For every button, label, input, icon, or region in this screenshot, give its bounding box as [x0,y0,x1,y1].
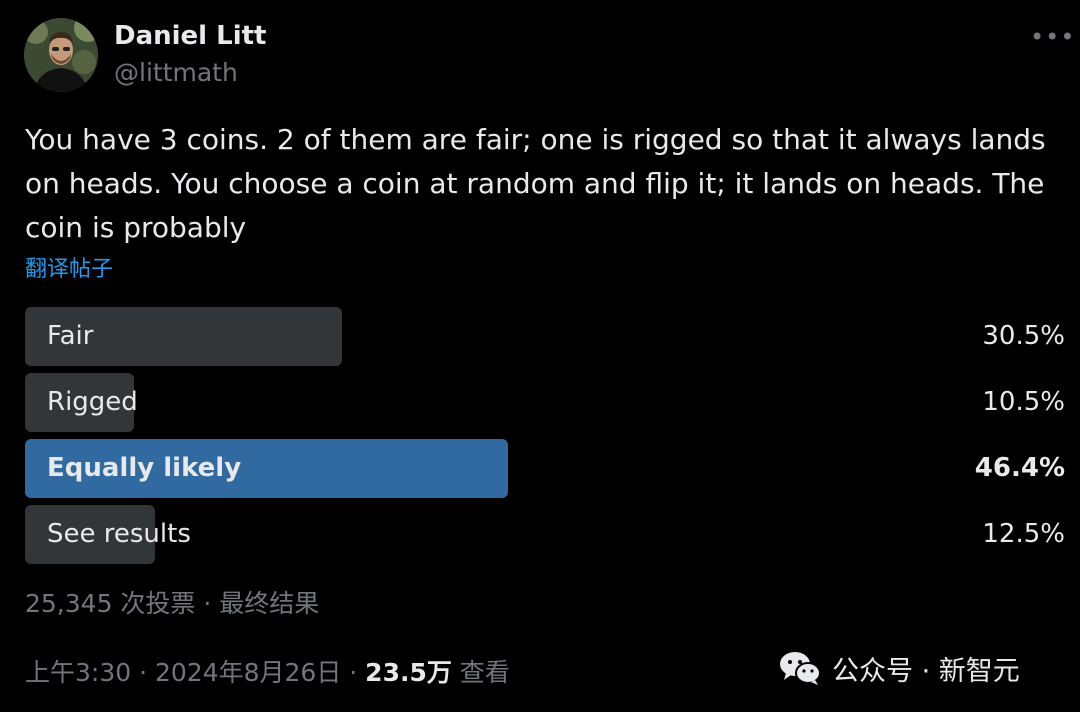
poll-option-percent: 46.4% [974,453,1065,483]
wechat-icon [780,652,821,685]
poll-option-label: Equally likely [47,453,242,483]
poll: Fair 30.5% Rigged 10.5% Equally likely 4… [25,307,1065,571]
tweet-meta: 上午3:30 · 2024年8月26日 · 23.5万 查看 [25,654,510,692]
watermark-text: 公众号 · 新智元 [832,655,1020,687]
poll-option[interactable]: See results 12.5% [25,505,1065,564]
more-horizontal-icon[interactable]: ••• [1030,24,1074,50]
view-count-label: 查看 [451,658,510,687]
poll-option[interactable]: Fair 30.5% [25,307,1065,366]
poll-option-label: Rigged [47,387,138,417]
tweet-timestamp[interactable]: 上午3:30 · 2024年8月26日 · [25,658,365,687]
poll-option-percent: 12.5% [982,519,1065,549]
poll-option[interactable]: Rigged 10.5% [25,373,1065,432]
watermark: 公众号 · 新智元 [778,648,1020,688]
profile-photo [24,18,98,92]
translate-post-link[interactable]: 翻译帖子 [25,254,113,286]
poll-option-winner[interactable]: Equally likely 46.4% [25,439,1065,498]
avatar[interactable] [24,18,98,92]
poll-option-percent: 10.5% [982,387,1065,417]
author-display-name[interactable]: Daniel Litt [114,18,266,54]
author-handle[interactable]: @littmath [114,56,238,90]
view-count: 23.5万 [365,658,452,687]
poll-option-label: Fair [47,321,94,351]
poll-summary: 25,345 次投票 · 最终结果 [25,589,320,618]
poll-option-percent: 30.5% [982,321,1065,351]
poll-option-label: See results [47,519,191,549]
tweet-text: You have 3 coins. 2 of them are fair; on… [25,123,1046,244]
